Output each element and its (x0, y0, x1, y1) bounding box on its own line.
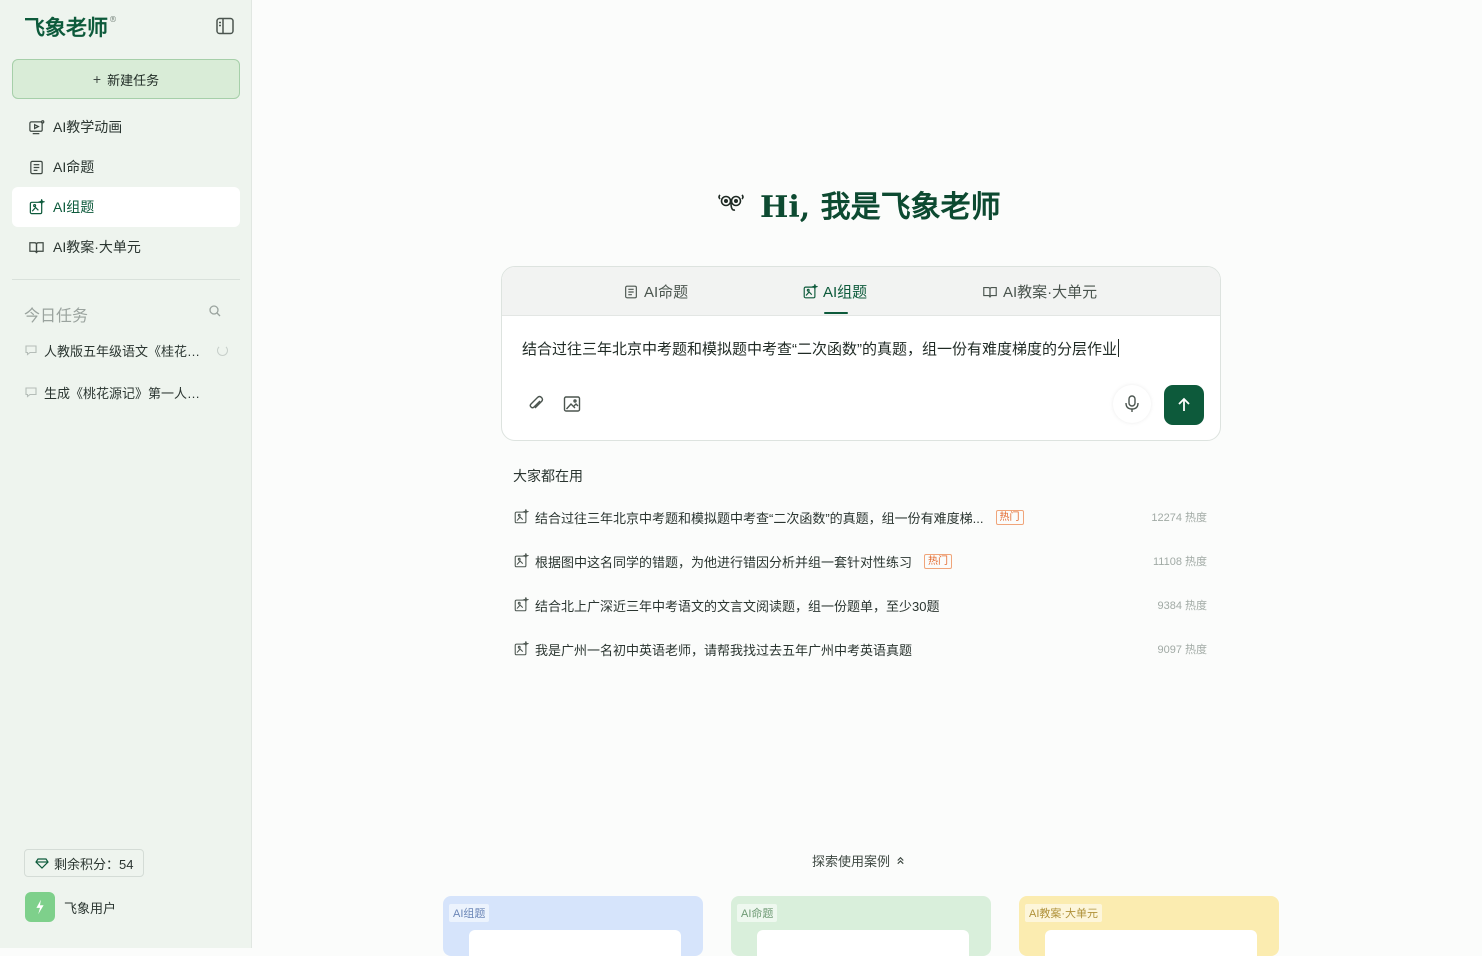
tab-ai-question[interactable]: AI命题 (623, 267, 688, 316)
diamond-icon (35, 858, 49, 869)
case-card-ai-lesson[interactable]: AI教案·大单元 (1019, 896, 1279, 956)
avatar (25, 892, 55, 922)
suggestion-text: 我是广州一名初中英语老师，请帮我找过去五年广州中考英语真题 (535, 642, 913, 658)
prompt-text: 结合过往三年北京中考题和模拟题中考查“二次函数”的真题，组一份有难度梯度的分层作… (522, 341, 1117, 358)
task-label: 人教版五年级语文《桂花雨》... (44, 343, 202, 359)
sidebar-item-ai-animation[interactable]: AI教学动画 (12, 107, 240, 147)
sidebar-item-ai-lesson[interactable]: AI教案·大单元 (12, 227, 240, 267)
suggestion-item[interactable]: 结合北上广深近三年中考语文的文言文阅读题，组一份题单，至少30题 9384 热度 (513, 594, 1207, 616)
heat-count: 9097 热度 (1157, 644, 1207, 656)
heat-count: 11108 热度 (1152, 556, 1207, 568)
case-card-ai-question[interactable]: AI命题 (731, 896, 991, 956)
case-label: AI教案·大单元 (1025, 904, 1103, 922)
suggestion-item[interactable]: 结合过往三年北京中考题和模拟题中考查“二次函数”的真题，组一份有难度梯... 热… (513, 506, 1207, 528)
sidebar-item-label: AI命题 (53, 159, 95, 175)
text-caret (1118, 339, 1119, 357)
image-sparkle-icon (514, 597, 529, 612)
send-button[interactable] (1164, 385, 1204, 425)
task-item[interactable]: 生成《桃花源记》第一人称... (24, 377, 234, 407)
new-task-label: 新建任务 (107, 72, 160, 88)
image-sparkle-icon (514, 509, 529, 524)
sidebar: 飞象老师® + 新建任务 AI教学动画 AI命题 AI组题 AI教案·大单元 今… (0, 0, 252, 948)
composer-card: AI命题 AI组题 AI教案·大单元 结合过往三年北京中考题和模拟题中考查“二次… (501, 266, 1221, 441)
image-sparkle-icon (514, 641, 529, 656)
sidebar-item-label: AI组题 (53, 199, 95, 215)
case-preview (1045, 930, 1257, 956)
sidebar-item-ai-compose[interactable]: AI组题 (12, 187, 240, 227)
chat-bubble-icon (25, 387, 37, 398)
heat-count: 9384 热度 (1157, 600, 1207, 612)
double-chevron-up-icon (897, 856, 904, 865)
suggestion-item[interactable]: 我是广州一名初中英语老师，请帮我找过去五年广州中考英语真题 9097 热度 (513, 638, 1207, 660)
tab-ai-compose[interactable]: AI组题 (802, 267, 867, 316)
case-label: AI命题 (737, 904, 778, 922)
image-sparkle-icon (803, 283, 818, 298)
new-task-button[interactable]: + 新建任务 (12, 59, 240, 99)
sidebar-nav: AI教学动画 AI命题 AI组题 AI教案·大单元 (12, 107, 240, 267)
hero: Hi, 我是飞象老师 (716, 182, 1001, 226)
document-list-icon (30, 160, 43, 174)
microphone-button[interactable] (1113, 385, 1151, 423)
user-profile[interactable]: 飞象用户 (25, 892, 116, 922)
tab-ai-lesson[interactable]: AI教案·大单元 (982, 267, 1097, 316)
arrow-up-icon (1178, 397, 1190, 411)
explore-label: 探索使用案例 (812, 854, 891, 869)
sidebar-item-ai-question[interactable]: AI命题 (12, 147, 240, 187)
logo: 飞象老师® (24, 15, 117, 40)
hot-badge: 热门 (924, 553, 953, 569)
paperclip-icon[interactable] (526, 394, 546, 414)
credits-text: 剩余积分：54 (54, 856, 134, 872)
suggestion-item[interactable]: 根据图中这名同学的错题，为他进行错因分析并组一套针对性练习 热门 11108 热… (513, 550, 1207, 572)
suggestion-text: 结合北上广深近三年中考语文的文言文阅读题，组一份题单，至少30题 (535, 598, 940, 614)
sidebar-item-label: AI教学动画 (53, 119, 123, 135)
loading-spinner-icon (217, 344, 228, 356)
suggestion-text: 根据图中这名同学的错题，为他进行错因分析并组一套针对性练习 (535, 554, 913, 570)
sidebar-toggle-icon[interactable] (214, 15, 236, 37)
credits-badge[interactable]: 剩余积分：54 (24, 849, 145, 877)
mode-tabs: AI命题 AI组题 AI教案·大单元 (502, 267, 1220, 316)
active-tab-indicator (824, 312, 848, 314)
chat-bubble-icon (25, 345, 37, 356)
logo-leaf-icon (36, 899, 44, 915)
image-upload-icon[interactable] (562, 394, 582, 414)
image-sparkle-icon (29, 198, 45, 214)
popular-heading: 大家都在用 (513, 468, 583, 484)
prompt-input[interactable]: 结合过往三年北京中考题和模拟题中考查“二次函数”的真题，组一份有难度梯度的分层作… (522, 338, 1119, 359)
video-icon (29, 119, 45, 134)
case-label: AI组题 (449, 904, 490, 922)
suggestion-text: 结合过往三年北京中考题和模拟题中考查“二次函数”的真题，组一份有难度梯... (535, 510, 984, 526)
case-preview (757, 930, 969, 956)
plus-icon: + (92, 71, 102, 87)
hot-badge: 热门 (995, 509, 1024, 525)
book-icon (983, 286, 997, 297)
heat-count: 12274 热度 (1151, 512, 1207, 524)
image-sparkle-icon (514, 553, 529, 568)
sidebar-divider (12, 279, 240, 280)
sidebar-item-label: AI教案·大单元 (53, 239, 141, 255)
task-item[interactable]: 人教版五年级语文《桂花雨》... (24, 335, 234, 365)
task-label: 生成《桃花源记》第一人称... (44, 385, 202, 401)
microphone-icon (1125, 395, 1139, 412)
case-card-ai-compose[interactable]: AI组题 (443, 896, 703, 956)
book-icon (29, 241, 44, 253)
user-name: 飞象用户 (64, 900, 117, 916)
elephant-mascot-icon (718, 194, 744, 211)
document-list-icon (625, 285, 637, 298)
explore-cases-button[interactable]: 探索使用案例 (812, 851, 906, 870)
today-tasks-heading: 今日任务 (24, 308, 89, 325)
case-preview (469, 930, 681, 956)
search-icon[interactable] (207, 303, 223, 319)
hero-title: Hi, 我是飞象老师 (760, 190, 1001, 225)
